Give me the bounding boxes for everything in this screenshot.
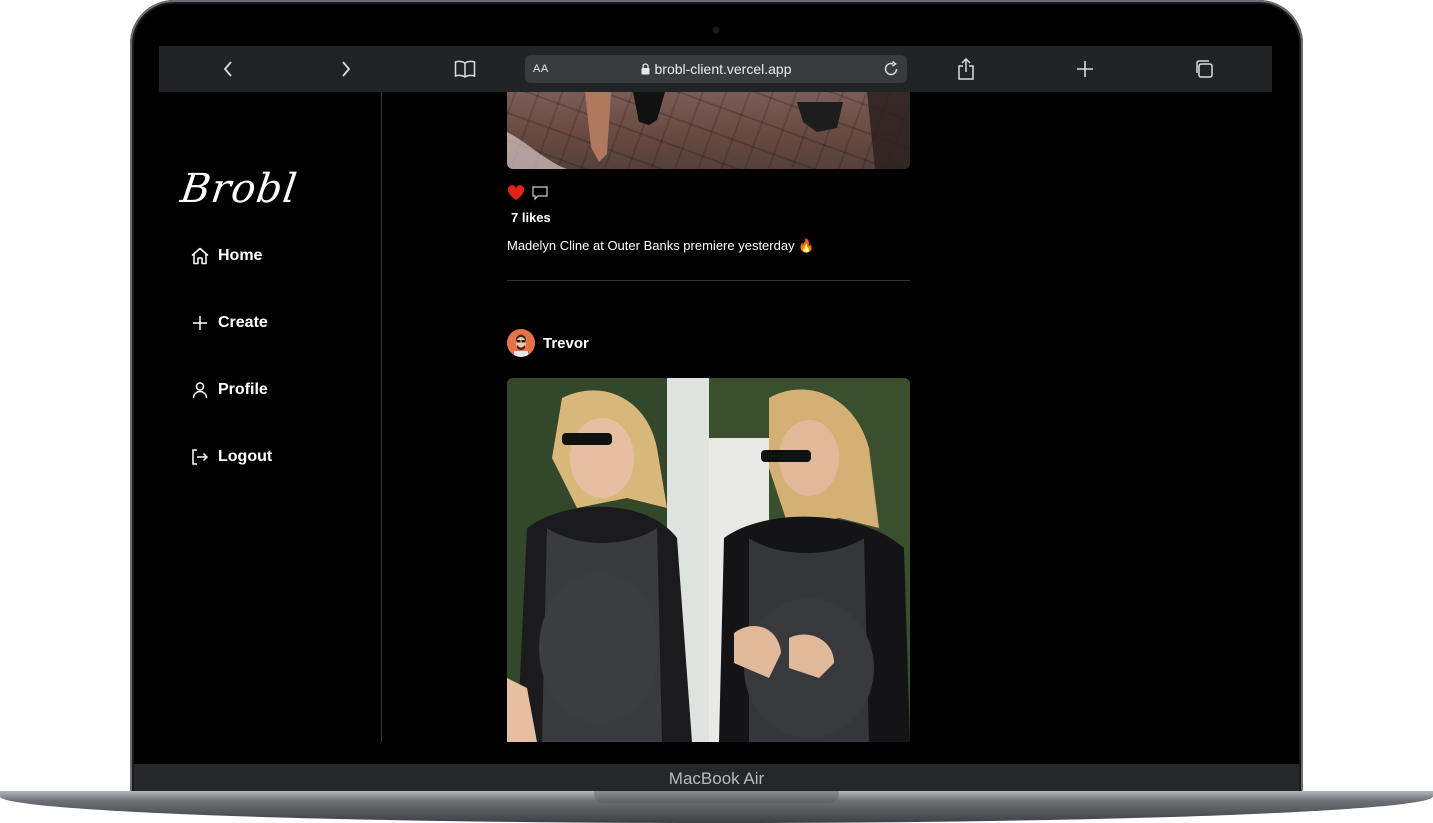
bookmarks-button[interactable] — [445, 46, 485, 92]
lock-icon — [641, 63, 650, 75]
tabs-button[interactable] — [1184, 46, 1224, 92]
avatar[interactable] — [507, 329, 535, 357]
post-image-madelyn[interactable] — [507, 92, 910, 169]
sidebar: Brobl Home Create Profile Logout — [159, 92, 382, 742]
user-icon — [192, 382, 208, 399]
back-button[interactable] — [208, 46, 248, 92]
logout-icon — [192, 449, 209, 465]
new-tab-button[interactable] — [1065, 46, 1105, 92]
book-icon — [454, 60, 476, 78]
post-author[interactable]: Trevor — [507, 329, 589, 357]
forward-button[interactable] — [326, 46, 366, 92]
post-actions — [507, 184, 549, 202]
chevron-right-icon — [342, 61, 351, 77]
tabs-icon — [1196, 60, 1213, 78]
share-button[interactable] — [946, 46, 986, 92]
nav-home-label: Home — [218, 247, 263, 264]
photo-left-figure — [507, 378, 709, 742]
browser-screen: AA brobl-client.vercel.app Brobl Home Cr… — [159, 46, 1272, 764]
avatar-illustration — [507, 329, 535, 357]
comment-icon[interactable] — [531, 185, 549, 201]
camera-icon — [713, 27, 719, 33]
nav-profile-label: Profile — [218, 381, 268, 398]
photo-right-figure — [709, 378, 910, 742]
nav-create[interactable]: Create — [190, 310, 268, 336]
laptop-notch — [594, 791, 839, 803]
device-label: MacBook Air — [668, 769, 765, 788]
photo-left — [507, 378, 709, 742]
likes-count[interactable]: 7 likes — [511, 210, 551, 225]
plus-icon — [193, 316, 207, 330]
chevron-left-icon — [223, 61, 232, 77]
author-name[interactable]: Trevor — [543, 335, 589, 352]
home-icon — [191, 247, 209, 265]
post-caption: Madelyn Cline at Outer Banks premiere ye… — [507, 238, 815, 253]
laptop-chin: MacBook Air — [134, 764, 1299, 794]
heart-icon[interactable] — [507, 185, 525, 201]
address-bar[interactable]: AA brobl-client.vercel.app — [525, 55, 907, 83]
url-display: brobl-client.vercel.app — [525, 55, 907, 83]
share-icon — [958, 58, 974, 80]
browser-toolbar: AA brobl-client.vercel.app — [159, 46, 1272, 92]
nav-home[interactable]: Home — [190, 243, 262, 269]
post-divider — [507, 280, 910, 281]
nav-logout[interactable]: Logout — [190, 444, 272, 470]
feed: 7 likes Madelyn Cline at Outer Banks pre… — [507, 92, 910, 742]
nav-logout-label: Logout — [218, 448, 273, 465]
url-text: brobl-client.vercel.app — [654, 61, 792, 77]
brobl-logo[interactable]: Brobl — [178, 166, 334, 212]
nav-create-label: Create — [218, 314, 268, 331]
post-image-trevor[interactable] — [507, 378, 910, 742]
nav-profile[interactable]: Profile — [190, 377, 268, 403]
reload-icon[interactable] — [881, 59, 901, 79]
plus-icon — [1077, 61, 1093, 77]
photo-figures — [507, 92, 910, 169]
photo-right — [709, 378, 910, 742]
